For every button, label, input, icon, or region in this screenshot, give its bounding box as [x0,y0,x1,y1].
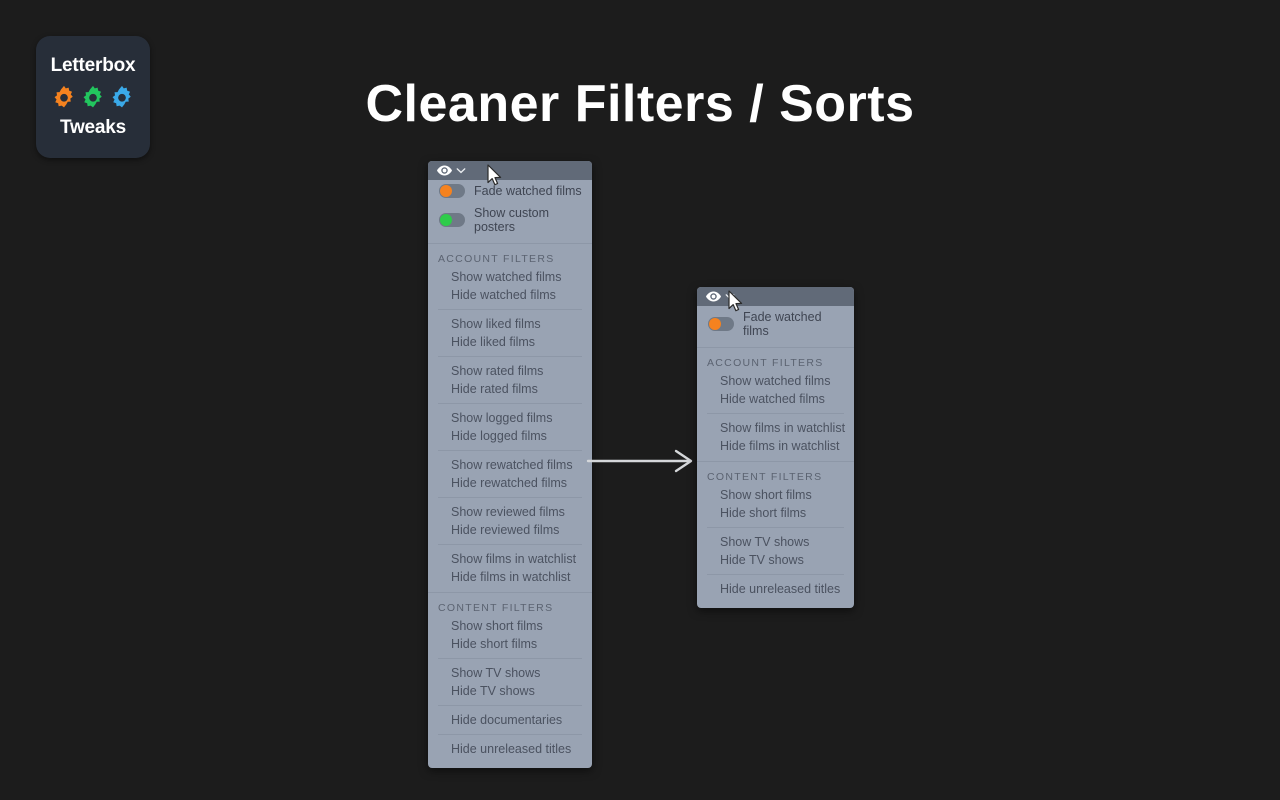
toggle-label: Fade watched films [743,310,822,338]
menu-item[interactable]: Hide rewatched films [428,474,592,492]
menu-item[interactable]: Hide documentaries [428,711,592,729]
eye-icon[interactable] [706,291,721,302]
divider [438,497,582,498]
divider [438,734,582,735]
before-panel-body: Fade watched films Show custom posters ACC… [428,180,592,768]
after-panel: Fade watched films ACCOUNT FILTERS Show wa… [697,287,854,608]
menu-item[interactable]: Show TV shows [428,664,592,682]
divider [438,705,582,706]
after-panel-header [697,287,854,306]
toggle-knob [440,214,452,226]
menu-item[interactable]: Hide TV shows [428,682,592,700]
divider [707,527,844,528]
eye-icon[interactable] [437,165,452,176]
divider [438,356,582,357]
menu-item[interactable]: Show rated films [428,362,592,380]
menu-item[interactable]: Hide short films [697,504,854,522]
divider [438,309,582,310]
menu-item[interactable]: Show liked films [428,315,592,333]
menu-item[interactable]: Hide watched films [428,286,592,304]
divider [438,544,582,545]
menu-item[interactable]: Hide liked films [428,333,592,351]
menu-item[interactable]: Hide short films [428,635,592,653]
before-panel: Fade watched films Show custom posters ACC… [428,161,592,768]
menu-item[interactable]: Show reviewed films [428,503,592,521]
section-heading: ACCOUNT FILTERS [438,253,555,265]
divider [707,413,844,414]
menu-item[interactable]: Hide watched films [697,390,854,408]
menu-item[interactable]: Show short films [428,617,592,635]
divider [438,450,582,451]
page-title: Cleaner Filters / Sorts [365,75,915,133]
menu-item[interactable]: Hide films in watchlist [697,437,854,455]
menu-item[interactable]: Show films in watchlist [428,550,592,568]
chevron-down-icon[interactable] [456,167,466,174]
menu-item[interactable]: Show short films [697,486,854,504]
mouse-cursor-after [728,290,744,313]
toggle-switch[interactable] [439,213,465,227]
menu-item[interactable]: Hide reviewed films [428,521,592,539]
section-heading: CONTENT FILTERS [707,471,823,483]
toggle-switch[interactable] [439,184,465,198]
menu-item[interactable]: Show TV shows [697,533,854,551]
before-panel-header [428,161,592,180]
menu-item[interactable]: Show rewatched films [428,456,592,474]
toggle-knob [709,318,721,330]
menu-item[interactable]: Hide unreleased titles [428,740,592,758]
divider [438,403,582,404]
menu-item[interactable]: Show watched films [697,372,854,390]
flow-arrow-icon [586,447,698,473]
menu-item[interactable]: Hide unreleased titles [697,580,854,598]
toggle-row[interactable]: Show custom posters [428,202,592,238]
section-heading: CONTENT FILTERS [438,602,554,614]
section-heading: ACCOUNT FILTERS [707,357,824,369]
divider [707,574,844,575]
menu-item[interactable]: Hide TV shows [697,551,854,569]
menu-item[interactable]: Show films in watchlist [697,419,854,437]
toggle-row[interactable]: Fade watched films [428,180,592,202]
toggle-row[interactable]: Fade watched films [697,306,854,342]
menu-item[interactable]: Show watched films [428,268,592,286]
divider [438,658,582,659]
menu-item[interactable]: Hide films in watchlist [428,568,592,586]
menu-item[interactable]: Hide rated films [428,380,592,398]
mouse-cursor-before [487,164,503,187]
menu-item[interactable]: Hide logged films [428,427,592,445]
toggle-label: Show custom posters [474,206,550,234]
screenshot-root: Letterbox Tweaks Cleaner Filters / Sorts… [0,0,1280,800]
toggle-knob [440,185,452,197]
after-panel-body: Fade watched films ACCOUNT FILTERS Show wa… [697,306,854,608]
toggle-switch[interactable] [708,317,734,331]
menu-item[interactable]: Show logged films [428,409,592,427]
